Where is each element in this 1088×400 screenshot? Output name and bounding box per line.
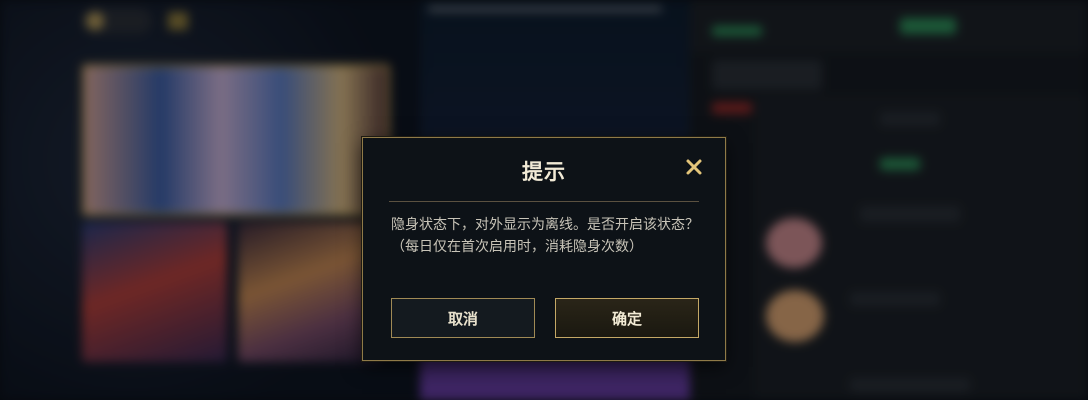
dialog-note: （每日仅在首次启用时，消耗隐身次数）	[391, 239, 643, 255]
close-icon	[683, 156, 705, 178]
dialog-message-block: 隐身状态下，对外显示为离线。是否开启该状态？ （每日仅在首次启用时，消耗隐身次数…	[391, 214, 703, 258]
close-button[interactable]	[683, 156, 705, 178]
dialog-message: 隐身状态下，对外显示为离线。是否开启该状态？	[391, 217, 699, 233]
confirm-dialog: 提示 隐身状态下，对外显示为离线。是否开启该状态？ （每日仅在首次启用时，消耗隐…	[362, 137, 726, 361]
confirm-button[interactable]: 确定	[555, 298, 699, 338]
title-divider	[389, 201, 699, 202]
dialog-title: 提示	[522, 160, 566, 184]
cancel-button[interactable]: 取消	[391, 298, 535, 338]
